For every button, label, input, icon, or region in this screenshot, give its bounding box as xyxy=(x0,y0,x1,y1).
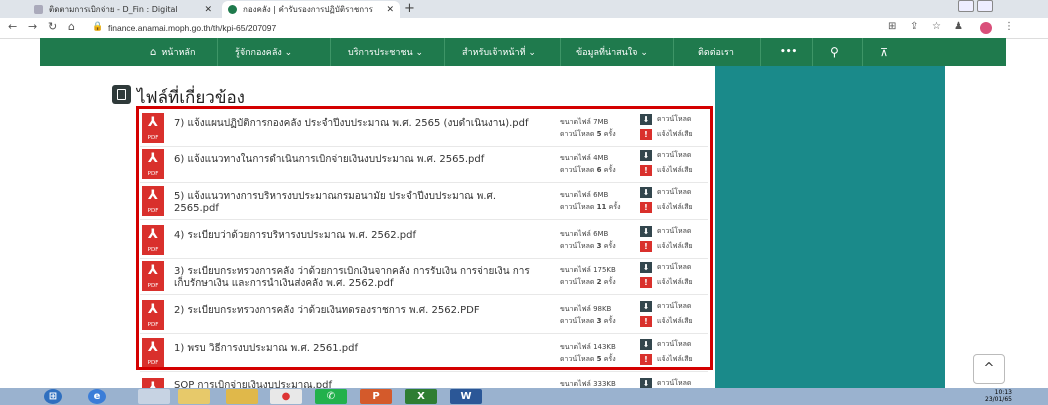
start-button-icon[interactable]: ⊞ xyxy=(44,389,62,404)
translate-icon[interactable]: ⊞ xyxy=(888,21,896,32)
sitemap-icon[interactable]: ⊼ xyxy=(880,38,888,66)
forward-icon[interactable]: → xyxy=(28,20,37,33)
search-icon[interactable]: ⚲ xyxy=(830,38,839,66)
tab-title: ติดตามการเบิกจ่าย - D_Fin : Digital xyxy=(49,5,178,14)
window-controls xyxy=(958,0,993,12)
internet-explorer-icon[interactable]: e xyxy=(88,389,106,404)
clock-date: 23/01/65 xyxy=(985,396,1012,403)
nav-divider xyxy=(812,38,813,66)
nav-about[interactable]: รู้จักกองคลัง ⌄ xyxy=(235,38,292,66)
menu-icon[interactable]: ⋮ xyxy=(1004,21,1014,32)
word-icon[interactable]: W xyxy=(450,389,482,404)
browser-tab-dfin[interactable]: ติดตามการเบิกจ่าย - D_Fin : Digital ✕ xyxy=(28,1,218,18)
scroll-to-top-button[interactable]: ^ xyxy=(973,354,1005,384)
nav-for-staff[interactable]: สำหรับเจ้าหน้าที่ ⌄ xyxy=(462,38,536,66)
nav-contact[interactable]: ติดต่อเรา xyxy=(698,38,734,66)
taskbar-app-icon[interactable] xyxy=(138,389,170,404)
home-icon: ⌂ xyxy=(150,46,157,58)
taskbar-app-icon[interactable] xyxy=(178,389,210,404)
file-icon xyxy=(112,85,131,104)
tab-title: กองคลัง | คำรับรองการปฏิบัติราชการ xyxy=(243,5,373,14)
favicon-icon xyxy=(34,5,43,14)
file-size: 333KB xyxy=(593,380,616,388)
nav-divider xyxy=(862,38,863,66)
side-teal-panel xyxy=(715,66,945,388)
url-field[interactable]: finance.anamai.moph.go.th/th/kpi-65/2070… xyxy=(108,23,276,33)
file-explorer-icon[interactable] xyxy=(226,389,258,404)
new-tab-button[interactable]: + xyxy=(404,1,415,16)
nav-divider xyxy=(673,38,674,66)
nav-interesting-info[interactable]: ข้อมูลที่น่าสนใจ ⌄ xyxy=(576,38,648,66)
browser-tab-finance[interactable]: กองคลัง | คำรับรองการปฏิบัติราชการ ✕ xyxy=(222,1,400,18)
minimize-icon[interactable] xyxy=(958,0,974,12)
profile-avatar[interactable] xyxy=(980,22,992,34)
nav-home[interactable]: ⌂ หน้าหลัก xyxy=(150,38,195,66)
restore-icon[interactable] xyxy=(977,0,993,12)
bookmark-star-icon[interactable]: ☆ xyxy=(932,21,941,32)
nav-home-label: หน้าหลัก xyxy=(161,48,196,58)
excel-icon[interactable]: X xyxy=(405,389,437,404)
chrome-icon[interactable]: ● xyxy=(270,389,302,404)
extensions-icon[interactable]: ♟ xyxy=(954,21,963,32)
line-app-icon[interactable]: ✆ xyxy=(315,389,347,404)
nav-divider xyxy=(217,38,218,66)
close-tab-icon[interactable]: ✕ xyxy=(204,5,212,15)
close-tab-icon[interactable]: ✕ xyxy=(386,5,394,15)
back-icon[interactable]: ← xyxy=(8,20,17,33)
favicon-icon xyxy=(228,5,237,14)
share-icon[interactable]: ⇪ xyxy=(910,21,918,32)
nav-divider xyxy=(760,38,761,66)
lock-icon[interactable]: 🔒 xyxy=(92,22,103,32)
nav-public-services[interactable]: บริการประชาชน ⌄ xyxy=(348,38,423,66)
reload-icon[interactable]: ↻ xyxy=(48,20,57,33)
file-size-label: ขนาดไฟล์ xyxy=(560,380,591,388)
clock-time: 10:13 xyxy=(994,389,1012,396)
nav-divider xyxy=(560,38,561,66)
home-browser-icon[interactable]: ⌂ xyxy=(68,20,75,33)
powerpoint-icon[interactable]: P xyxy=(360,389,392,404)
more-menu-button[interactable]: ••• xyxy=(780,38,797,66)
system-clock: 10:13 23/01/65 xyxy=(985,389,1012,403)
nav-divider xyxy=(444,38,445,66)
nav-divider xyxy=(330,38,331,66)
highlight-box xyxy=(136,106,713,370)
